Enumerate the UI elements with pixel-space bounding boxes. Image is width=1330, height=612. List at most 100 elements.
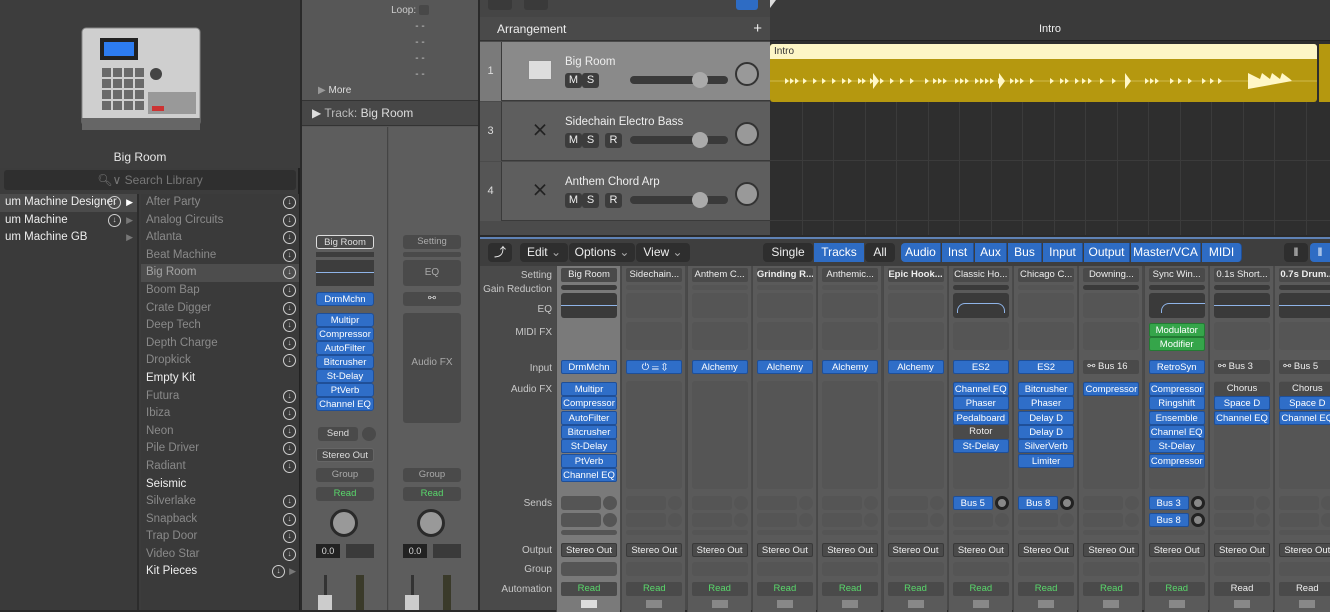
download-icon[interactable]: ↓ — [272, 565, 285, 579]
download-icon[interactable]: ↓ — [108, 196, 121, 209]
download-icon[interactable]: ↓ — [283, 495, 296, 509]
send-slot[interactable]: Bus 8 — [1018, 496, 1059, 510]
library-patch-item[interactable]: Pile Driver ↓ — [141, 440, 299, 458]
output-slot[interactable]: Stereo Out — [887, 543, 944, 557]
back-icon[interactable]: ⤴ — [488, 243, 512, 262]
audio-fx-slot[interactable] — [756, 381, 813, 489]
download-icon[interactable]: ↓ — [283, 354, 296, 368]
stereo-link-icon[interactable]: ⚯ — [403, 292, 461, 306]
send-slot[interactable] — [1214, 513, 1254, 527]
group-slot[interactable] — [1018, 562, 1075, 576]
input-slot[interactable]: RetroSyn — [1148, 360, 1205, 374]
send-level-knob[interactable] — [668, 513, 683, 527]
automation-mode[interactable]: Read — [626, 582, 683, 596]
midi-fx-plugin[interactable]: Modulator — [1148, 323, 1205, 337]
send-level-knob[interactable] — [1256, 496, 1270, 510]
view-tracks[interactable]: Tracks — [814, 243, 864, 262]
group-slot[interactable] — [756, 562, 813, 576]
input-slot[interactable]: Alchemy — [822, 360, 879, 374]
setting-button[interactable]: Big Room — [316, 235, 374, 249]
output-slot[interactable]: Stereo Out — [756, 543, 813, 557]
filter-master-vca[interactable]: Master/VCA — [1131, 243, 1201, 262]
filter-midi[interactable]: MIDI — [1202, 243, 1242, 262]
input-slot[interactable]: ES2 — [1018, 360, 1075, 374]
send-level-knob[interactable] — [864, 496, 879, 510]
input-slot[interactable]: Alchemy — [691, 360, 748, 374]
audio-fx-plugin[interactable]: Bitcrusher — [316, 355, 374, 369]
midi-region[interactable]: Intro — [770, 44, 1317, 102]
library-patch-item[interactable]: Crate Digger ↓ — [141, 300, 299, 318]
automation-mode[interactable]: Read — [403, 487, 461, 501]
midi-fx-slot[interactable] — [887, 322, 944, 350]
audio-fx-plugin[interactable]: Delay D — [1018, 424, 1075, 439]
audio-fx-plugin[interactable]: Pedalboard — [952, 410, 1009, 425]
wide-strips-icon[interactable]: ‖ — [1310, 243, 1330, 262]
audio-fx-plugin[interactable]: AutoFilter — [561, 410, 617, 425]
send-slot[interactable]: Send — [318, 427, 358, 441]
input-slot[interactable]: ⚯ Bus 16 — [1083, 360, 1140, 374]
group-slot[interactable] — [887, 562, 944, 576]
send-level-knob[interactable] — [994, 513, 1009, 527]
library-patch-item[interactable]: Silverlake ↓ — [141, 493, 299, 511]
track-inspector-header[interactable]: ▶ Track: Big Room — [302, 100, 478, 126]
eq-thumbnail[interactable] — [952, 293, 1009, 318]
midi-fx-plugin[interactable]: Modifier — [1148, 337, 1205, 351]
search-library-input[interactable]: 🔍︎∨ Search Library — [4, 170, 296, 190]
send-slot[interactable] — [1083, 496, 1124, 510]
send-slot[interactable] — [626, 496, 667, 510]
download-icon[interactable]: ↓ — [283, 301, 296, 315]
output-slot[interactable]: Stereo Out — [626, 543, 683, 557]
filter-inst[interactable]: Inst — [942, 243, 974, 262]
download-icon[interactable]: ↓ — [283, 248, 296, 262]
pan-knob[interactable] — [735, 62, 759, 86]
track-header[interactable]: 1 Big Room M S — [480, 42, 770, 101]
input-slot[interactable]: DrmMchn — [561, 360, 617, 374]
send-level-knob[interactable] — [1190, 513, 1205, 527]
audio-fx-plugin[interactable]: PtVerb — [561, 453, 617, 468]
setting-button[interactable]: Grinding R... — [756, 268, 813, 282]
group-slot[interactable] — [822, 562, 879, 576]
audio-fx-slot[interactable] — [691, 381, 748, 489]
automation-mode[interactable]: Read — [691, 582, 748, 596]
audio-fx-plugin[interactable]: SilverVerb — [1018, 439, 1075, 454]
eq-thumbnail[interactable] — [691, 293, 748, 318]
eq-thumbnail[interactable] — [1279, 293, 1330, 318]
audio-fx-slot[interactable] — [626, 381, 683, 489]
automation-mode[interactable]: Read — [1214, 582, 1270, 596]
download-icon[interactable]: ↓ — [108, 213, 121, 227]
audio-fx-plugin[interactable]: Compressor — [1083, 382, 1140, 396]
volume-slider-knob[interactable] — [692, 132, 708, 148]
eq-thumbnail[interactable] — [822, 293, 879, 318]
audio-fx-plugin[interactable]: Bitcrusher — [1018, 382, 1075, 396]
send-level-knob[interactable] — [929, 513, 944, 527]
audio-fx-plugin[interactable]: Compressor — [316, 327, 374, 341]
output-slot[interactable]: Stereo Out — [1148, 543, 1205, 557]
settings-icon[interactable]: ☰ — [652, 362, 659, 373]
send-level-knob[interactable] — [1060, 513, 1075, 527]
setting-button[interactable]: Sync Win... — [1148, 268, 1205, 282]
download-icon[interactable]: ↓ — [283, 530, 296, 544]
audio-fx-plugin[interactable]: Chorus — [1214, 382, 1270, 396]
download-icon[interactable]: ↓ — [283, 319, 296, 333]
setting-button[interactable]: Setting — [403, 235, 461, 249]
library-patch-item[interactable]: Seismic — [141, 476, 299, 494]
group-slot[interactable]: Group — [316, 468, 374, 482]
setting-button[interactable]: Classic Ho... — [952, 268, 1009, 282]
audio-fx-plugin[interactable]: Multipr — [561, 382, 617, 396]
send-slot[interactable]: Bus 5 — [952, 496, 993, 510]
library-patch-item[interactable]: Analog Circuits ↓ — [141, 212, 299, 230]
library-category-item[interactable]: um Machine Designer ↓ ▶ — [0, 194, 137, 212]
send-slot[interactable] — [756, 496, 797, 510]
automation-mode[interactable]: Read — [561, 582, 617, 596]
download-icon[interactable]: ↓ — [283, 424, 296, 438]
record-enable-button[interactable]: R — [605, 133, 622, 148]
download-icon[interactable]: ↓ — [283, 459, 296, 473]
send-slot[interactable] — [691, 513, 732, 527]
input-slot[interactable]: ES2 — [952, 360, 1009, 374]
filter-bus[interactable]: Bus — [1008, 243, 1042, 262]
catch-button[interactable] — [736, 0, 758, 10]
setting-button[interactable]: Epic Hook... — [887, 268, 944, 282]
download-icon[interactable]: ↓ — [283, 213, 296, 227]
send-slot[interactable] — [887, 513, 928, 527]
audio-fx-plugin[interactable]: Delay D — [1018, 410, 1075, 425]
